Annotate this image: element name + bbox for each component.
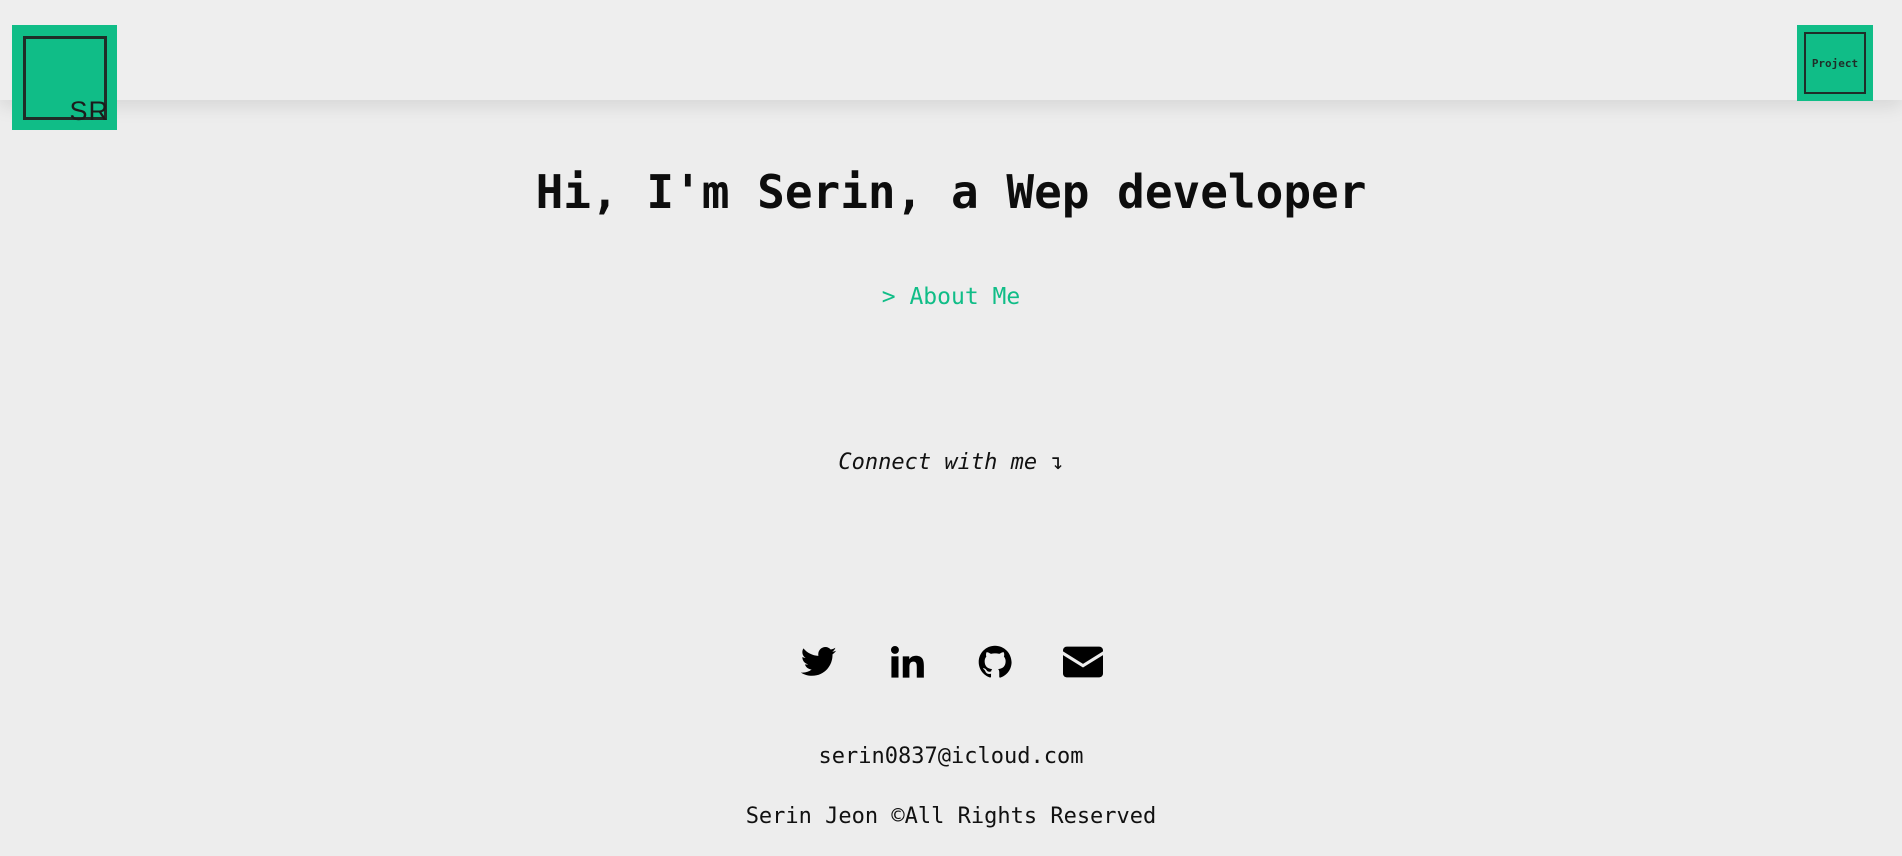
logo-text: SR bbox=[69, 96, 109, 126]
connect-heading: Connect with me ↴ bbox=[838, 450, 1064, 475]
project-button-frame: Project bbox=[1804, 32, 1866, 94]
about-me-link-row: > About Me bbox=[0, 284, 1902, 310]
linkedin-icon[interactable] bbox=[887, 642, 927, 682]
header-bar bbox=[0, 0, 1902, 100]
github-icon[interactable] bbox=[975, 642, 1015, 682]
page: SR Project Hi, I'm Serin, a Wep develope… bbox=[0, 0, 1902, 856]
copyright-text: Serin Jeon ©All Rights Reserved bbox=[745, 804, 1157, 829]
contact-email: serin0837@icloud.com bbox=[818, 744, 1084, 769]
hero-title: Hi, I'm Serin, a Wep developer bbox=[535, 165, 1367, 219]
logo-home-button[interactable]: SR bbox=[12, 25, 117, 130]
twitter-icon[interactable] bbox=[799, 642, 839, 682]
about-me-link[interactable]: > About Me bbox=[882, 284, 1020, 310]
project-button-label: Project bbox=[1811, 56, 1859, 70]
social-links bbox=[0, 642, 1902, 682]
project-button[interactable]: Project bbox=[1797, 25, 1873, 101]
envelope-icon[interactable] bbox=[1063, 642, 1103, 682]
